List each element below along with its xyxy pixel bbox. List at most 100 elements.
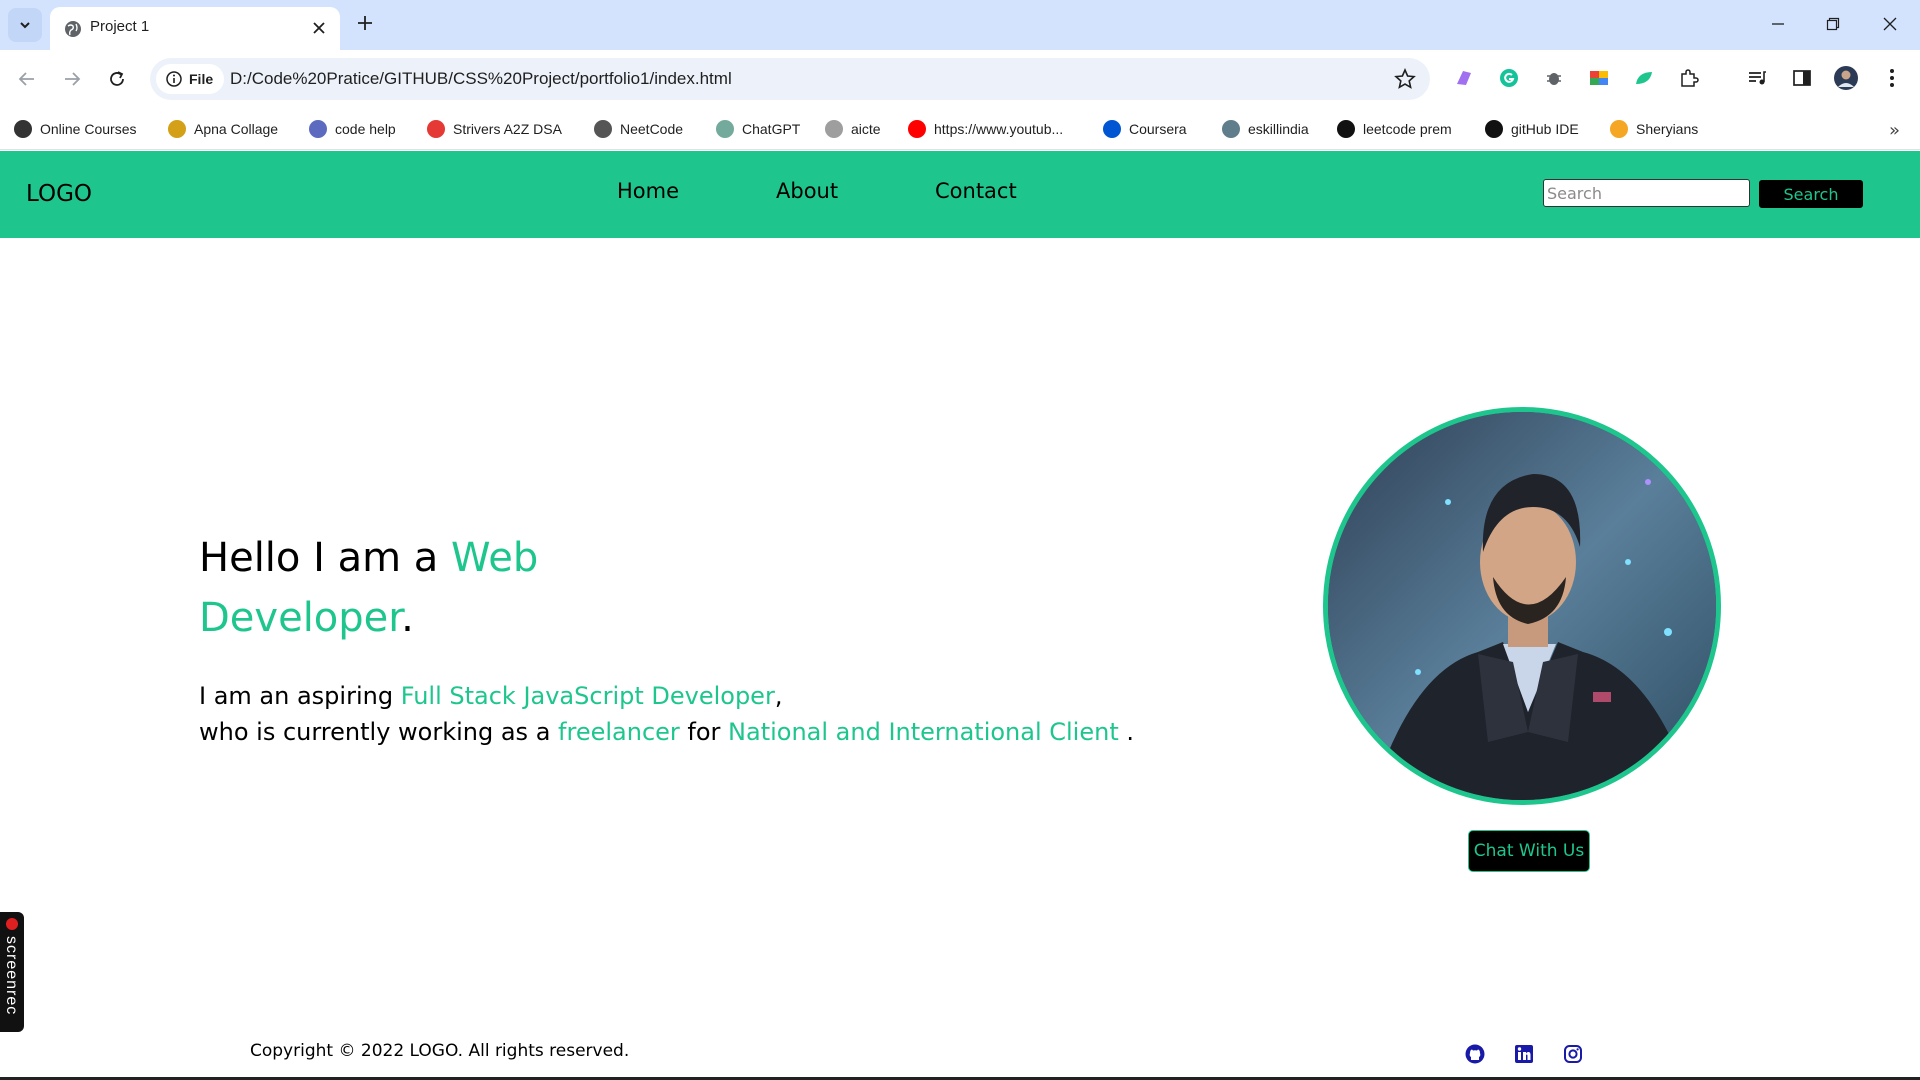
hero-heading-prefix: Hello I am a (199, 535, 452, 581)
sheryians-icon (1610, 120, 1628, 138)
chat-with-us-button[interactable]: Chat With Us (1468, 830, 1590, 872)
tab-close-button[interactable] (308, 17, 330, 39)
minimize-button[interactable] (1763, 10, 1793, 38)
bookmark-label: Coursera (1129, 121, 1187, 137)
code-help-icon (309, 120, 327, 138)
browser-tab[interactable]: Project 1 (50, 7, 340, 50)
site-info-chip[interactable]: File (156, 64, 224, 94)
grammarly-icon[interactable] (1497, 66, 1521, 90)
extensions-puzzle-icon[interactable] (1677, 66, 1701, 90)
nav-link-home[interactable]: Home (617, 179, 679, 203)
bookmark-label: code help (335, 121, 396, 137)
linkedin-link[interactable] (1513, 1043, 1535, 1065)
bookmark-label: eskillindia (1248, 121, 1309, 137)
search-input[interactable] (1543, 179, 1750, 207)
grammarly-glyph (1500, 69, 1518, 87)
reload-button[interactable] (102, 64, 132, 94)
extension-gradient-icon[interactable] (1452, 66, 1476, 90)
tab-search-button[interactable] (8, 8, 42, 42)
eskillindia-icon (1222, 120, 1240, 138)
close-window-button[interactable] (1875, 10, 1905, 38)
plus-icon (358, 16, 372, 30)
media-controls-icon[interactable] (1745, 66, 1769, 90)
hero-line2-mid: for (679, 718, 729, 746)
bookmark-item[interactable]: NeetCode (594, 118, 683, 140)
footer-copyright: Copyright © 2022 LOGO. All rights reserv… (250, 1041, 630, 1061)
bookmark-label: Online Courses (40, 121, 137, 137)
media-glyph (1749, 71, 1766, 85)
bookmark-label: ChatGPT (742, 121, 801, 137)
nav-link-about[interactable]: About (776, 179, 838, 203)
hero-line2-prefix: who is currently working as a (199, 718, 559, 746)
kebab-menu-icon (1890, 69, 1894, 87)
restore-button[interactable] (1818, 10, 1848, 38)
bookmark-item[interactable]: Sheryians (1610, 118, 1698, 140)
arrow-right-icon (65, 72, 81, 86)
profile-avatar-glyph (1834, 66, 1858, 90)
hero-line1-accent: Full Stack JavaScript Developer (400, 682, 775, 710)
close-icon (313, 22, 325, 34)
bookmark-label: leetcode prem (1363, 121, 1452, 137)
kebab-menu-button[interactable] (1880, 66, 1904, 90)
bookmark-item[interactable]: Apna Collage (168, 118, 278, 140)
bookmark-label: aicte (851, 121, 881, 137)
bookmark-item[interactable]: ChatGPT (716, 118, 800, 140)
bug-icon[interactable] (1542, 66, 1566, 90)
site-logo[interactable]: LOGO (26, 181, 92, 207)
coursera-icon (1103, 120, 1121, 138)
bug-glyph (1547, 73, 1561, 85)
bookmark-label: Strivers A2Z DSA (453, 121, 562, 137)
bookmark-item[interactable]: Strivers A2Z DSA (427, 118, 562, 140)
arrow-left-icon (18, 72, 34, 86)
bookmark-item[interactable]: leetcode prem (1337, 118, 1452, 140)
color-palette-glyph (1590, 71, 1608, 85)
site-navbar: LOGO Home About Contact Search (0, 151, 1920, 238)
profile-avatar[interactable] (1834, 66, 1858, 90)
bookmark-item[interactable]: https://www.youtub... (908, 118, 1063, 140)
bookmark-item[interactable]: Online Courses (14, 118, 137, 140)
github-icon (1485, 120, 1503, 138)
side-panel-glyph (1793, 70, 1811, 86)
bookmark-item[interactable]: Coursera (1103, 118, 1187, 140)
striver-icon (427, 120, 445, 138)
aicte-icon (825, 120, 843, 138)
leaf-glyph (1636, 72, 1652, 84)
nav-link-contact[interactable]: Contact (935, 179, 1017, 203)
github-icon (1465, 1044, 1485, 1064)
address-bar[interactable]: File D:/Code%20Pratice/GITHUB/CSS%20Proj… (150, 58, 1430, 100)
bookmark-item[interactable]: gitHub IDE (1485, 118, 1579, 140)
hero-heading-suffix: . (401, 595, 414, 641)
bookmarks-overflow-icon[interactable]: » (1889, 120, 1900, 141)
reload-icon (110, 71, 124, 86)
browser-toolbar: File D:/Code%20Pratice/GITHUB/CSS%20Proj… (0, 50, 1920, 108)
url-text[interactable]: D:/Code%20Pratice/GITHUB/CSS%20Project/p… (230, 69, 732, 89)
hero-description: I am an aspiring Full Stack JavaScript D… (199, 678, 1159, 750)
restore-icon (1826, 17, 1840, 31)
leaf-extension-icon[interactable] (1632, 66, 1656, 90)
instagram-link[interactable] (1562, 1043, 1584, 1065)
bookmark-label: https://www.youtub... (934, 121, 1064, 137)
forward-button[interactable] (57, 64, 87, 94)
profile-photo-illustration (1328, 412, 1716, 800)
back-button[interactable] (12, 64, 42, 94)
side-panel-icon[interactable] (1790, 66, 1814, 90)
chevron-down-icon (20, 22, 30, 29)
neetcode-icon (594, 120, 612, 138)
bookmark-item[interactable]: eskillindia (1222, 118, 1309, 140)
extension-gradient-glyph (1457, 71, 1471, 85)
github-link[interactable] (1464, 1043, 1486, 1065)
chatgpt-icon (716, 120, 734, 138)
apna-collage-icon (168, 120, 186, 138)
bookmark-item[interactable]: aicte (825, 118, 881, 140)
hero-line2-suffix: . (1118, 718, 1134, 746)
tab-title: Project 1 (90, 18, 150, 35)
bookmark-item[interactable]: code help (309, 118, 396, 140)
page-viewport: LOGO Home About Contact Search Hello I a… (0, 151, 1920, 1080)
hero-heading: Hello I am a Web Developer. (199, 528, 619, 648)
hero-line1-prefix: I am an aspiring (199, 682, 401, 710)
new-tab-button[interactable] (354, 12, 376, 34)
screenrec-widget[interactable]: screenrec (0, 912, 24, 1032)
bookmark-star-icon[interactable] (1394, 68, 1416, 90)
color-palette-icon[interactable] (1587, 66, 1611, 90)
search-button[interactable]: Search (1758, 179, 1864, 209)
